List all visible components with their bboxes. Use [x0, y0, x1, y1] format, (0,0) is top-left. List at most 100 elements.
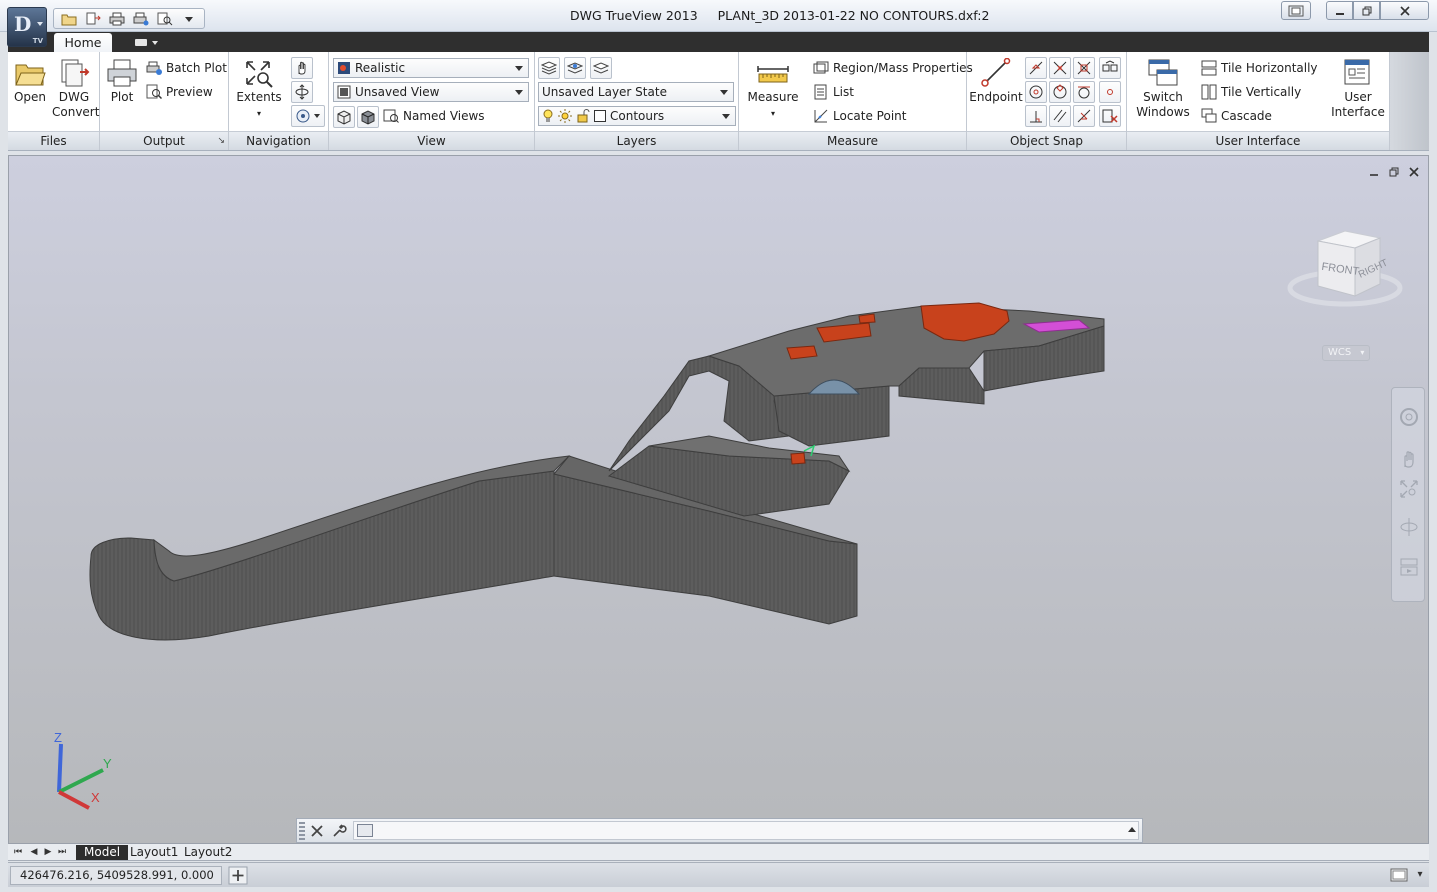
viewport-close-icon[interactable] — [1408, 166, 1420, 178]
snap-quadrant-button[interactable] — [1049, 81, 1071, 103]
chevron-down-icon — [722, 114, 730, 119]
wrench-icon[interactable] — [331, 823, 347, 839]
panel-title-output: Output — [100, 131, 228, 150]
pan-button[interactable] — [291, 57, 313, 79]
qat-batch-plot-button[interactable] — [130, 9, 152, 28]
endpoint-button[interactable]: Endpoint — [969, 58, 1023, 105]
measure-icon — [757, 66, 789, 83]
coordinates-readout[interactable]: 426476.216, 5409528.991, 0.000 — [10, 866, 222, 885]
showmotion-icon[interactable] — [1398, 556, 1420, 578]
visual-style-select[interactable]: Realistic — [333, 58, 529, 78]
viewport-restore-icon[interactable] — [1388, 166, 1400, 178]
snap-intersection-button[interactable] — [1049, 57, 1071, 79]
orbit-icon[interactable] — [1398, 516, 1420, 538]
switch-windows-icon — [1148, 59, 1178, 86]
user-interface-button[interactable]: User Interface — [1329, 58, 1387, 120]
view-icon — [337, 85, 351, 99]
view-cube-button[interactable] — [357, 106, 379, 128]
first-layout-icon[interactable]: ⏮ — [12, 846, 24, 858]
lightbulb-icon — [543, 109, 553, 122]
snap-clear-button[interactable] — [1099, 105, 1121, 127]
snap-parallel-icon — [1053, 109, 1067, 123]
command-prompt-icon[interactable] — [357, 824, 373, 837]
wcs-label: WCS — [1328, 347, 1352, 358]
region-mass-properties-button[interactable]: Region/Mass Properties — [813, 57, 973, 79]
plot-label: Plot — [110, 90, 134, 104]
communication-icon — [1288, 5, 1304, 16]
list-button[interactable]: List — [813, 81, 854, 103]
zoom-extents-icon[interactable] — [1398, 478, 1420, 500]
panel-files: Open DWG Convert Files — [8, 52, 100, 150]
quick-view-icon[interactable] — [228, 866, 248, 885]
snap-tangent-button[interactable] — [1073, 81, 1095, 103]
pan-icon[interactable] — [1398, 448, 1420, 470]
tab-home[interactable]: Home — [54, 33, 112, 52]
extents-label: Extents — [236, 90, 282, 104]
steering-wheel-icon[interactable] — [1398, 406, 1420, 428]
plot-button[interactable]: Plot — [104, 58, 140, 105]
tab-model[interactable]: Model — [76, 845, 129, 860]
viewport-minimize-icon[interactable] — [1368, 166, 1380, 178]
qat-open-button[interactable] — [58, 9, 80, 28]
restore-button[interactable] — [1353, 1, 1380, 20]
snap-apparent-button[interactable] — [1073, 57, 1095, 79]
command-input[interactable] — [353, 821, 1139, 840]
viewcube[interactable]: FRONT RIGHT — [1285, 226, 1429, 346]
application-menu-button[interactable]: D TV — [7, 7, 47, 47]
chevron-down-icon — [37, 22, 43, 26]
dialog-launcher-icon[interactable]: ↘ — [217, 136, 225, 146]
tab-layout2[interactable]: Layout2 — [176, 845, 240, 860]
ribbon-minimize-button[interactable] — [132, 36, 162, 48]
snap-settings-button[interactable] — [1099, 57, 1121, 79]
tile-horizontally-icon — [1201, 60, 1217, 76]
batch-plot-button[interactable]: Batch Plot — [146, 57, 227, 79]
measure-button[interactable]: Measure ▾ — [745, 58, 801, 121]
drawing-viewport[interactable]: FRONT RIGHT WCS ▾ Z Y X — [8, 155, 1429, 844]
named-views-button[interactable]: Named Views — [383, 105, 485, 127]
snap-node-button[interactable] — [1099, 81, 1121, 103]
cascade-button[interactable]: Cascade — [1201, 105, 1272, 127]
endpoint-icon — [981, 58, 1011, 87]
snap-center-button[interactable] — [1025, 81, 1047, 103]
switch-windows-button[interactable]: Switch Windows — [1133, 58, 1193, 120]
next-layout-icon[interactable]: ▶ — [42, 846, 54, 858]
steering-wheel-button[interactable] — [291, 105, 325, 127]
dwg-convert-button[interactable]: DWG Convert — [52, 58, 99, 120]
command-line-grip[interactable] — [299, 822, 305, 840]
qat-preview-button[interactable] — [154, 9, 176, 28]
extents-button[interactable]: Extents ▾ — [235, 58, 283, 121]
tile-horizontally-button[interactable]: Tile Horizontally — [1201, 57, 1318, 79]
layer-walk-button[interactable] — [590, 57, 612, 79]
qat-customize-button[interactable] — [178, 9, 200, 28]
status-bar-menu-icon[interactable]: ▾ — [1413, 866, 1427, 884]
last-layout-icon[interactable]: ⏭ — [56, 846, 68, 858]
qat-plot-button[interactable] — [106, 9, 128, 28]
view-select[interactable]: Unsaved View — [333, 82, 529, 102]
close-button[interactable] — [1380, 1, 1429, 20]
view-manager-button[interactable] — [333, 106, 355, 128]
tile-vertically-button[interactable]: Tile Vertically — [1201, 81, 1301, 103]
preview-button[interactable]: Preview — [146, 81, 213, 103]
chevron-up-icon[interactable] — [1128, 827, 1136, 832]
folder-icon — [61, 14, 77, 25]
qat-convert-button[interactable] — [82, 9, 104, 28]
app-name: DWG TrueView 2013 — [570, 8, 698, 23]
locate-point-button[interactable]: Locate Point — [813, 105, 906, 127]
previous-layout-icon[interactable]: ◀ — [28, 846, 40, 858]
minimize-button[interactable] — [1326, 1, 1353, 20]
close-icon[interactable] — [309, 823, 325, 839]
layer-isolate-button[interactable] — [564, 57, 586, 79]
snap-nearest-button[interactable] — [1073, 105, 1095, 127]
clean-screen-icon[interactable] — [1390, 866, 1408, 884]
snap-perpendicular-button[interactable] — [1025, 105, 1047, 127]
ucs-menu[interactable]: WCS ▾ — [1322, 345, 1370, 361]
info-center-button[interactable] — [1281, 1, 1311, 20]
layer-state-select[interactable]: Unsaved Layer State — [538, 82, 734, 102]
layer-select[interactable]: Contours — [538, 106, 736, 126]
open-button[interactable]: Open — [10, 58, 50, 105]
ucs-z-label: Z — [54, 730, 62, 745]
snap-parallel-button[interactable] — [1049, 105, 1071, 127]
orbit-button[interactable] — [291, 81, 313, 103]
snap-midpoint-button[interactable] — [1025, 57, 1047, 79]
layer-properties-button[interactable] — [538, 57, 560, 79]
